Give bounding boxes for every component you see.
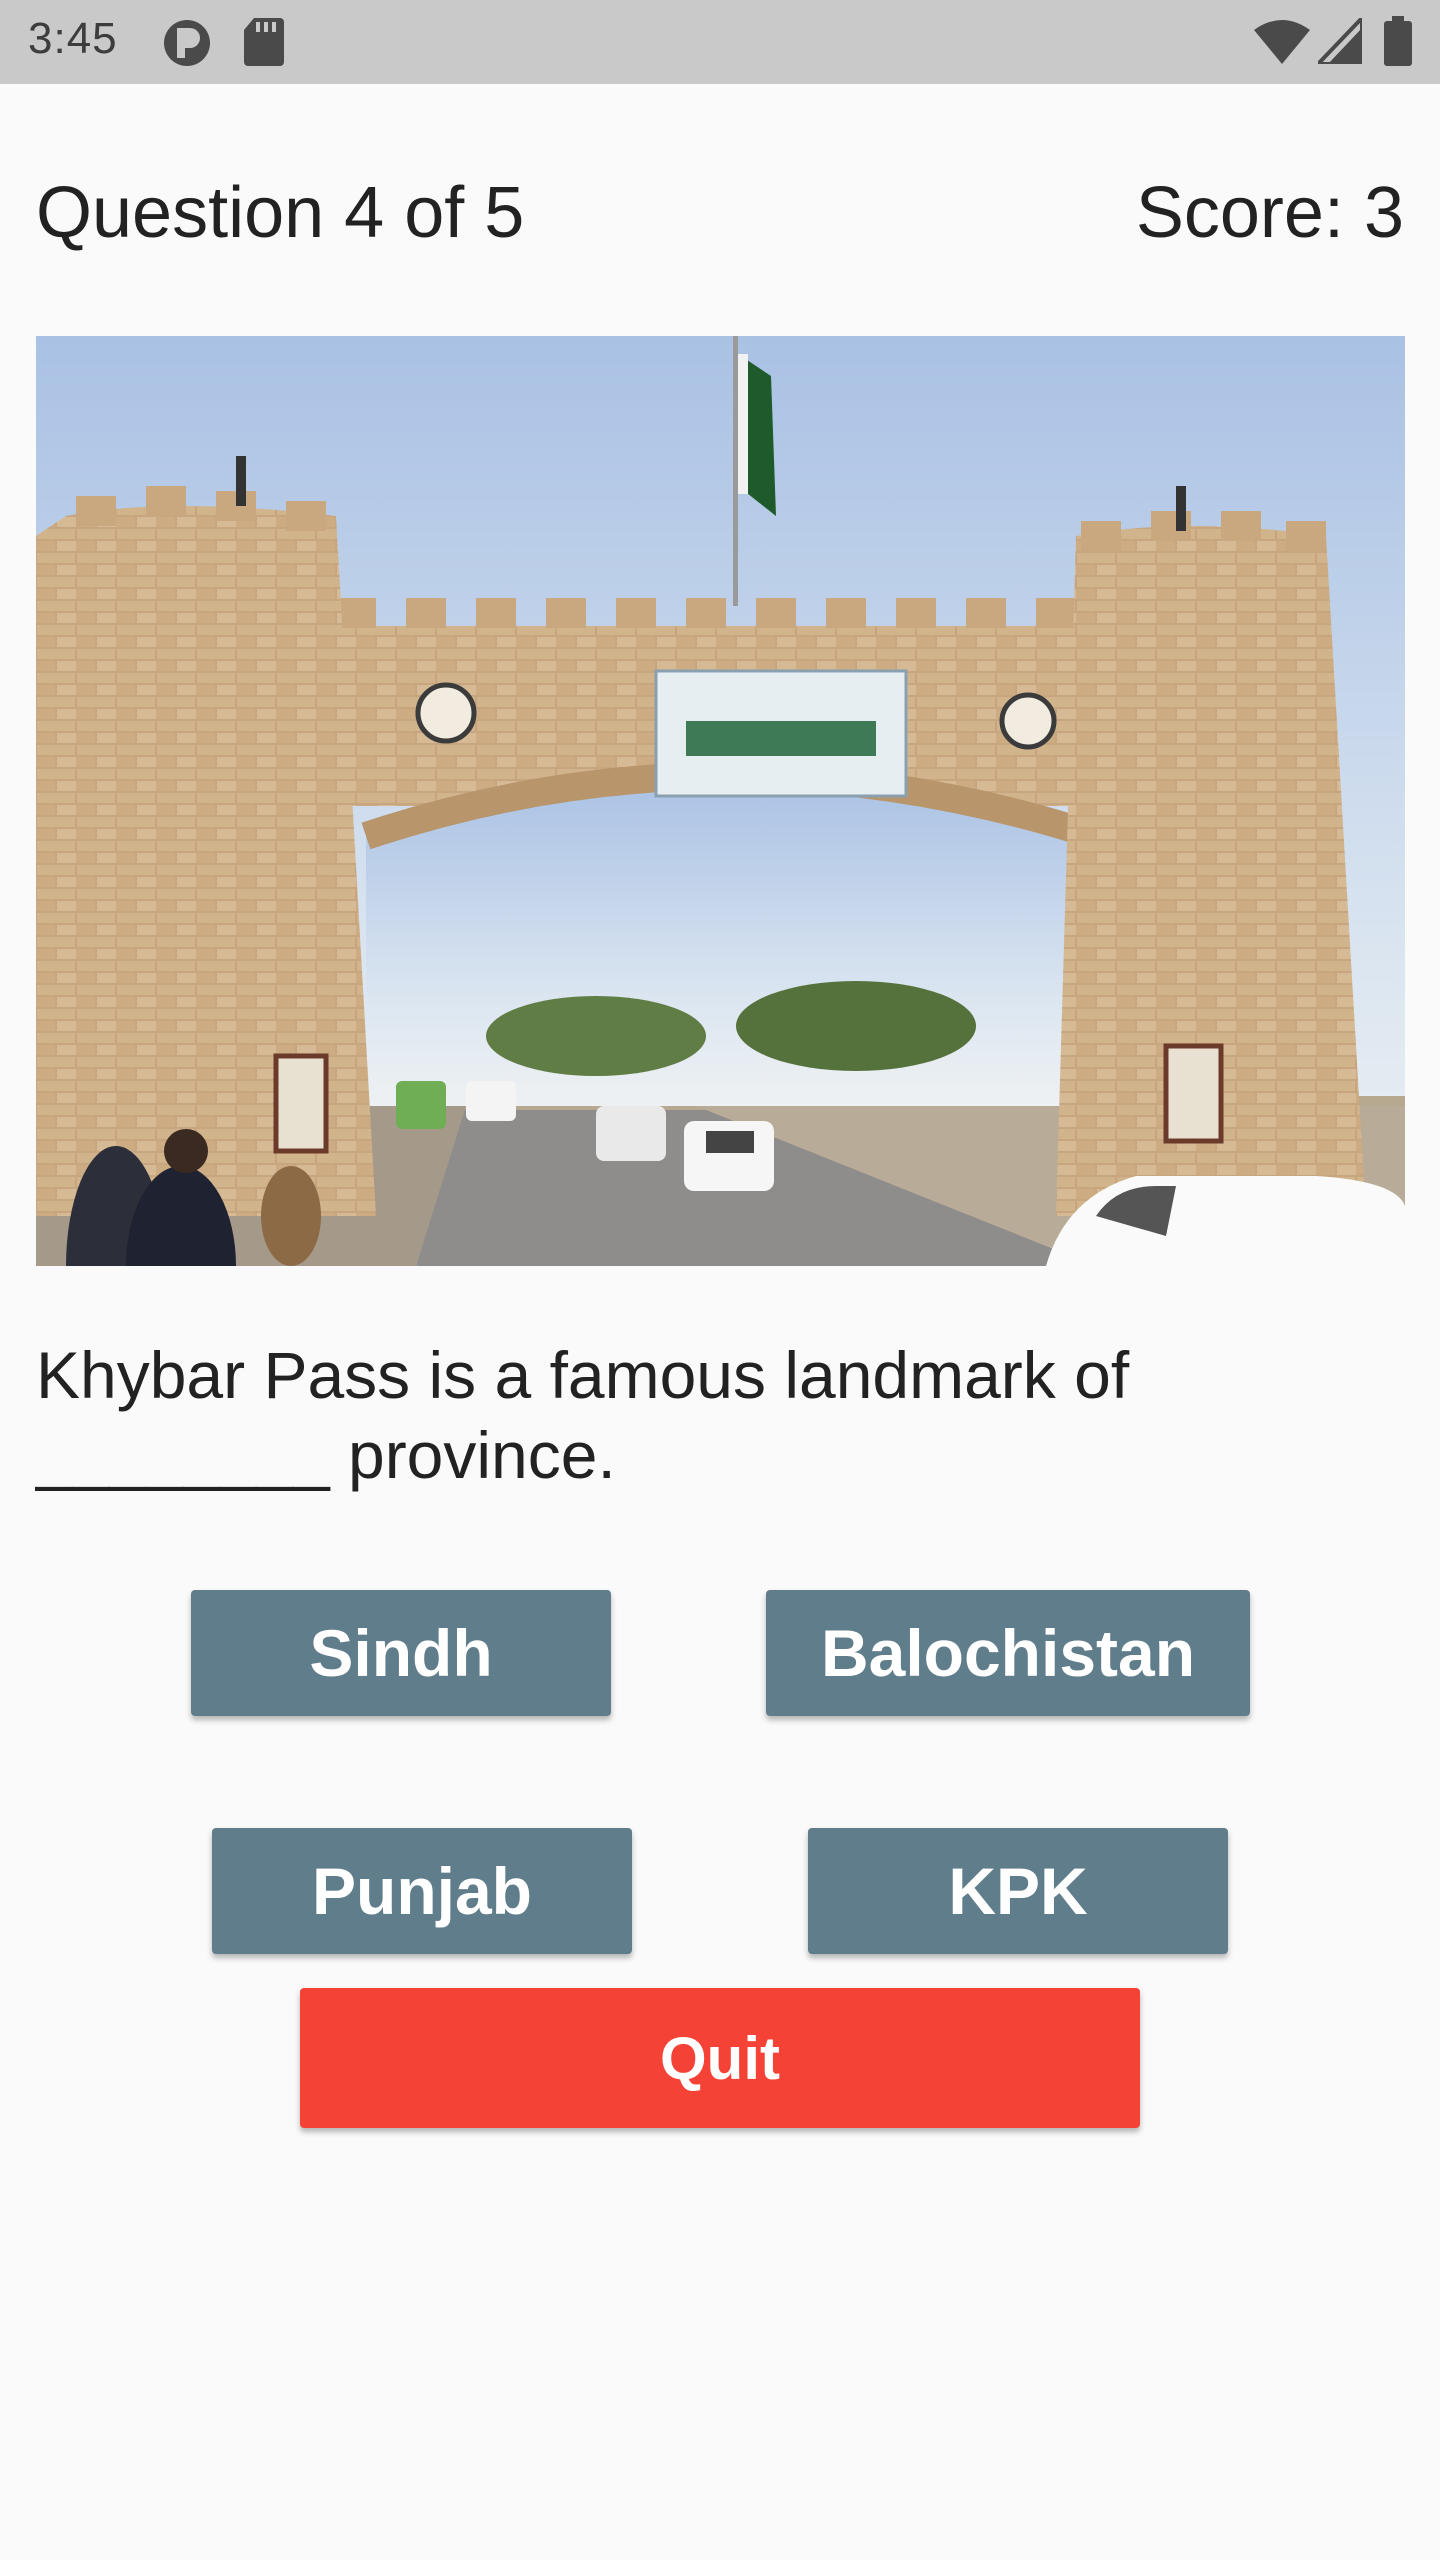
signal-icon (1318, 18, 1362, 64)
question-text: Khybar Pass is a famous landmark of ____… (36, 1338, 1130, 1492)
option-kpk-button[interactable]: KPK (808, 1828, 1228, 1954)
score-label: Score: 3 (1135, 173, 1404, 253)
quiz-header: Question 4 of 5 Score: 3 (36, 172, 1404, 262)
battery-icon (1384, 16, 1412, 66)
media-icon (164, 20, 210, 66)
status-time: 3:45 (28, 14, 118, 63)
question-counter: Question 4 of 5 (36, 173, 525, 253)
sd-card-icon (244, 18, 284, 66)
quit-button[interactable]: Quit (300, 1988, 1140, 2128)
option-sindh-button[interactable]: Sindh (191, 1590, 611, 1716)
option-balochistan-button[interactable]: Balochistan (766, 1590, 1250, 1716)
wifi-icon (1254, 20, 1310, 64)
question-image (36, 336, 1405, 1266)
status-bar: 3:45 (0, 0, 1440, 84)
option-punjab-button[interactable]: Punjab (212, 1828, 632, 1954)
